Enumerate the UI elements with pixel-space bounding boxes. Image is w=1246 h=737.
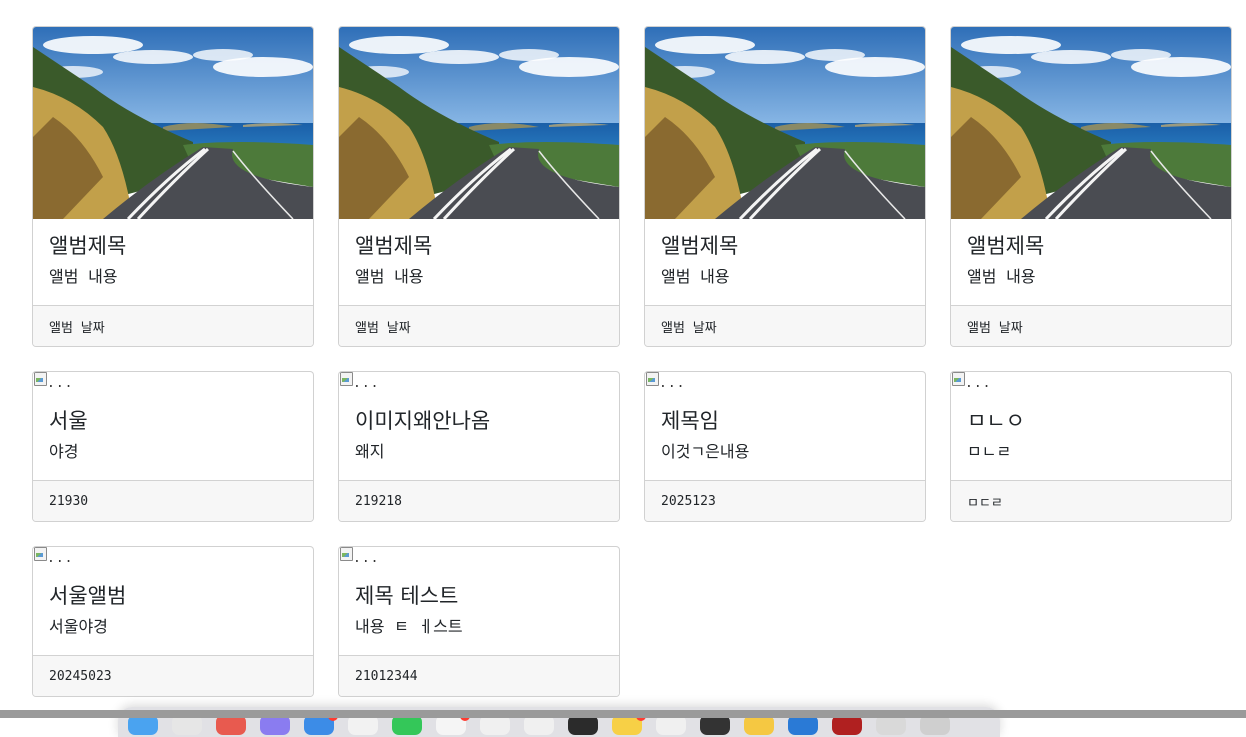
card-footer-date: 21930 [33,480,313,521]
card-title: 이미지왜안나옴 [355,409,491,433]
messages-icon[interactable] [392,715,422,735]
vscode-icon[interactable] [788,715,818,735]
app-icon[interactable] [480,715,510,735]
card-text: 야경 [49,442,79,461]
image-alt-text: ... [965,376,992,391]
image-alt-text: ... [659,376,686,391]
broken-image-icon [951,372,965,386]
broken-image: ... [645,372,925,396]
broken-image: ... [33,372,313,396]
card-text: 이것ㄱ은내용 [661,442,750,461]
terminal-icon[interactable] [568,715,598,735]
launchpad-icon[interactable] [172,715,202,735]
card-text: ㅁㄴㄹ [967,442,1012,461]
card-image [951,27,1231,219]
album-card: ... 서울앨범 서울야경 20245023 [32,546,314,697]
card-title: 제목임 [661,409,719,433]
card-image [33,27,313,219]
app-icon[interactable] [216,715,246,735]
card-title: 앨범제목 [967,234,1045,258]
card-title: 앨범제목 [355,234,433,258]
card-text: 앨범 내용 [49,267,118,286]
card-body: 서울앨범서울야경 [33,571,313,655]
card-body: ㅁㄴㅇ ㅁㄴㄹ [951,396,1231,480]
broken-image: ... [339,372,619,396]
card-title: 앨범제목 [661,234,739,258]
card-body: 앨범제목앨범 내용 [645,219,925,305]
card-body: 앨범제목앨범 내용 [33,219,313,305]
image-alt-text: ... [353,376,380,391]
card-image [645,27,925,219]
broken-image-icon [33,547,47,561]
broken-image: ... [33,547,313,571]
app-icon[interactable] [260,715,290,735]
road-landscape-photo [33,27,313,219]
album-card: 앨범제목앨범 내용앨범 날짜 [32,26,314,347]
broken-image-icon [339,547,353,561]
card-footer-date: 219218 [339,480,619,521]
card-text: 왜지 [355,442,385,461]
card-title: 서울 [49,409,88,433]
card-text: 서울야경 [49,617,108,636]
card-text: 내용 ㅌ ㅔ스트 [355,617,463,636]
card-body: 앨범제목앨범 내용 [951,219,1231,305]
card-body: 서울야경 [33,396,313,480]
app-icon[interactable] [348,715,378,735]
trash-icon[interactable] [920,715,950,735]
card-footer-date: 2025123 [645,480,925,521]
app-icon[interactable] [700,715,730,735]
card-footer-date: 앨범 날짜 [645,305,925,346]
road-landscape-photo [951,27,1231,219]
broken-image-icon [33,372,47,386]
broken-image: ... [951,372,1231,396]
screen-bottom-edge [0,710,1246,718]
card-body: 제목 테스트내용 ㅌ ㅔ스트 [339,571,619,655]
finder-icon[interactable] [128,715,158,735]
card-footer-date: 앨범 날짜 [33,305,313,346]
album-card: ... 제목 테스트 내용 ㅌ ㅔ스트 21012344 [338,546,620,697]
card-body: 앨범제목앨범 내용 [339,219,619,305]
card-footer-date: 21012344 [339,655,619,696]
album-card: ... 이미지왜안나옴 왜지 219218 [338,371,620,522]
app-icon[interactable] [876,715,906,735]
album-card: ... 제목임 이것ㄱ은내용 2025123 [644,371,926,522]
card-title: 서울앨범 [49,584,127,608]
card-text: 앨범 내용 [967,267,1036,286]
album-card: 앨범제목앨범 내용앨범 날짜 [644,26,926,347]
album-card: ... 서울 야경 21930 [32,371,314,522]
broken-image-icon [645,372,659,386]
card-text: 앨범 내용 [661,267,730,286]
card-image [339,27,619,219]
album-card: ... ㅁㄴㅇㅁㄴㄹㅁㄷㄹ [950,371,1232,522]
card-footer-date: 20245023 [33,655,313,696]
road-landscape-photo [645,27,925,219]
album-grid: 앨범제목 앨범 내용 앨범 날짜 앨범제목 앨범 내용 앨범 날짜 앨범제목 앨… [32,26,1232,697]
card-body: 이미지왜안나옴왜지 [339,396,619,480]
app-icon[interactable] [524,715,554,735]
card-body: 제목임이것ㄱ은내용 [645,396,925,480]
app-icon[interactable] [656,715,686,735]
image-alt-text: ... [353,551,380,566]
card-title: 앨범제목 [49,234,127,258]
card-footer-date: 앨범 날짜 [339,305,619,346]
broken-image-icon [339,372,353,386]
card-title: ㅁㄴㅇ [967,409,1025,433]
album-card: 앨범제목앨범 내용앨범 날짜 [950,26,1232,347]
album-card: 앨범제목앨범 내용앨범 날짜 [338,26,620,347]
card-text: 앨범 내용 [355,267,424,286]
app-icon[interactable] [744,715,774,735]
card-footer-date: 앨범 날짜 [951,305,1231,346]
image-alt-text: ... [47,376,74,391]
image-alt-text: ... [47,551,74,566]
card-footer-date: ㅁㄷㄹ [951,480,1231,521]
broken-image: ... [339,547,619,571]
card-title: 제목 테스트 [355,584,459,608]
road-landscape-photo [339,27,619,219]
app-icon[interactable] [832,715,862,735]
